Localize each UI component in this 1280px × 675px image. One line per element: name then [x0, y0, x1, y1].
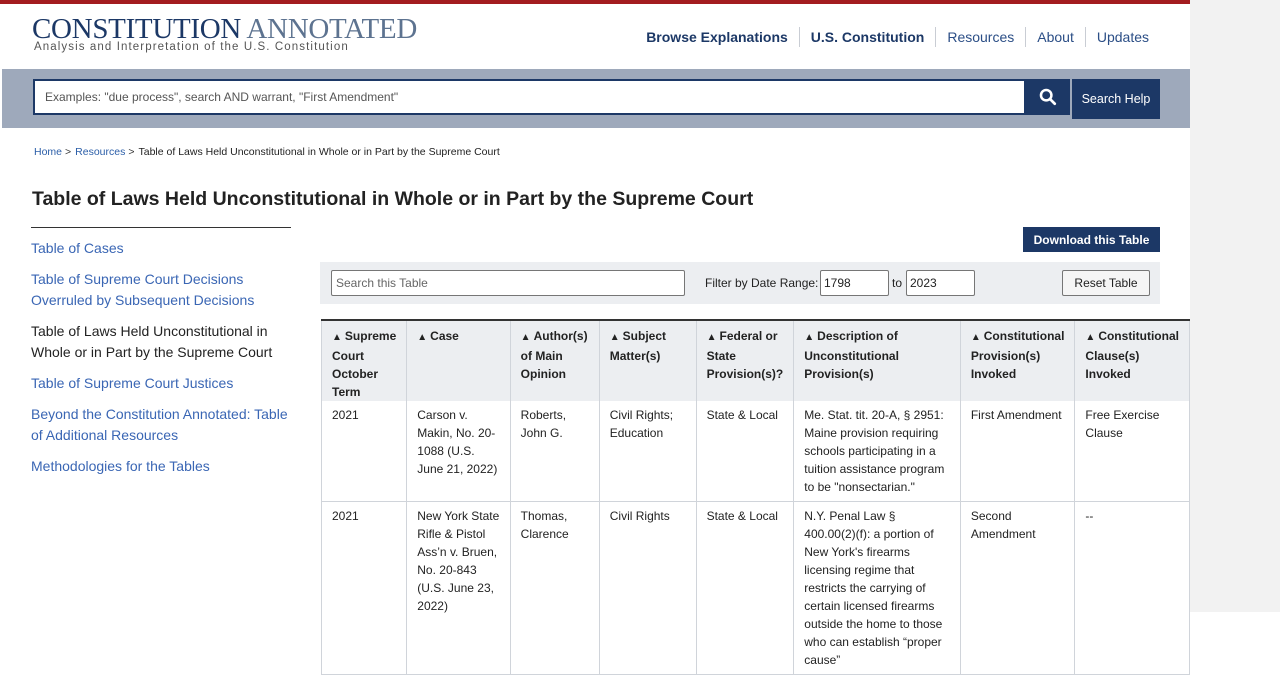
cell-term: 2021: [320, 501, 408, 675]
search-button[interactable]: [1026, 79, 1070, 115]
nav-us-constitution[interactable]: U.S. Constitution: [798, 27, 936, 47]
column-header-label: Case: [430, 329, 459, 343]
cell-description: N.Y. Penal Law § 400.00(2)(f): a portion…: [793, 501, 961, 675]
cell-description: Me. Stat. tit. 20-A, § 2951: Maine provi…: [793, 401, 961, 502]
case-name: New York State Rifle & Pistol Ass’n v. B…: [417, 509, 500, 559]
breadcrumb: Home > Resources > Table of Laws Held Uncons…: [34, 146, 500, 158]
page-gutter: [1190, 0, 1280, 612]
filter-date-label: Filter by Date Range:: [705, 276, 819, 290]
table-search-input[interactable]: [331, 270, 685, 296]
column-header-label: Constitutional Provision(s) Invoked: [970, 329, 1065, 381]
table-header-row: ▲︎ Supreme Court October Term ▲︎ Case ▲︎ Au…: [320, 319, 1190, 401]
column-header-clause[interactable]: ▲︎ Constitutional Clause(s) Invoked: [1074, 319, 1190, 401]
sidebar: Table of Cases Table of Supreme Court De…: [31, 227, 291, 487]
date-to-input[interactable]: [906, 270, 975, 296]
page: CONSTITUTION ANNOTATED Analysis and Inte…: [0, 0, 1190, 675]
site-logo[interactable]: CONSTITUTION ANNOTATED Analysis and Inte…: [32, 14, 417, 53]
column-header-label: Federal or State Provision(s)?: [706, 329, 784, 381]
sort-icon: ▲︎: [970, 332, 981, 343]
breadcrumb-home[interactable]: Home: [34, 146, 62, 158]
date-from-input[interactable]: [820, 270, 889, 296]
cell-provision: Second Amendment: [960, 501, 1076, 675]
case-docket: No. 20-843 (U.S. June 23, 2022): [417, 563, 494, 613]
logo-title: CONSTITUTION ANNOTATED: [32, 14, 417, 44]
site-search-input[interactable]: [35, 81, 1024, 113]
main-nav: Browse Explanations U.S. Constitution Re…: [635, 27, 1160, 47]
laws-table: ▲︎ Supreme Court October Term ▲︎ Case ▲︎ Au…: [320, 319, 1190, 675]
column-header-label: Description of Unconstitutional Provisio…: [804, 329, 899, 381]
breadcrumb-current: Table of Laws Held Unconstitutional in W…: [138, 146, 500, 158]
breadcrumb-separator: >: [65, 146, 72, 158]
table-filter-bar: Filter by Date Range: to Reset Table: [320, 262, 1160, 304]
sort-icon: ▲︎: [1085, 332, 1096, 343]
column-header-federal-state[interactable]: ▲︎ Federal or State Provision(s)?: [696, 319, 795, 401]
sort-icon: ▲︎: [417, 332, 428, 343]
cell-federal-state: State & Local: [696, 501, 795, 675]
nav-resources[interactable]: Resources: [935, 27, 1025, 47]
sort-icon: ▲︎: [706, 332, 717, 343]
sidebar-item-decisions-overruled[interactable]: Table of Supreme Court Decisions Overrul…: [31, 269, 291, 311]
column-header-author[interactable]: ▲︎ Author(s) of Main Opinion: [510, 319, 600, 401]
search-icon: [1039, 88, 1057, 106]
nav-updates[interactable]: Updates: [1084, 27, 1160, 47]
column-header-subject[interactable]: ▲︎ Subject Matter(s): [599, 319, 697, 401]
cell-author: Thomas, Clarence: [510, 501, 600, 675]
breadcrumb-resources[interactable]: Resources: [75, 146, 125, 158]
cell-term: 2021: [320, 401, 408, 502]
page-title: Table of Laws Held Unconstitutional in W…: [32, 188, 754, 210]
sidebar-item-additional-resources[interactable]: Beyond the Constitution Annotated: Table…: [31, 404, 291, 446]
date-to-label: to: [892, 276, 903, 290]
cell-case: Carson v. Makin, No. 20-1088 (U.S. June …: [406, 401, 511, 502]
breadcrumb-separator: >: [128, 146, 135, 158]
nav-browse-explanations[interactable]: Browse Explanations: [635, 27, 799, 47]
sort-icon: ▲︎: [609, 332, 620, 343]
sidebar-item-justices[interactable]: Table of Supreme Court Justices: [31, 373, 291, 394]
top-accent-bar: [0, 0, 1190, 4]
cell-author: Roberts, John G.: [510, 401, 600, 502]
column-header-case[interactable]: ▲︎ Case: [406, 319, 511, 401]
site-search-field: [33, 79, 1026, 115]
cell-federal-state: State & Local: [696, 401, 795, 502]
cell-clause: --: [1074, 501, 1190, 675]
cell-clause: Free Exercise Clause: [1074, 401, 1190, 502]
column-header-description[interactable]: ▲︎ Description of Unconstitutional Provis…: [793, 319, 961, 401]
table-row: 2021 Carson v. Makin, No. 20-1088 (U.S. …: [320, 401, 1190, 502]
sort-icon: ▲︎: [520, 332, 531, 343]
nav-about[interactable]: About: [1025, 27, 1085, 47]
column-header-label: Constitutional Clause(s) Invoked: [1085, 329, 1179, 381]
column-header-provision[interactable]: ▲︎ Constitutional Provision(s) Invoked: [960, 319, 1076, 401]
sort-icon: ▲︎: [804, 332, 815, 343]
cell-case: New York State Rifle & Pistol Ass’n v. B…: [406, 501, 511, 675]
search-help-button[interactable]: Search Help: [1072, 79, 1160, 119]
reset-table-button[interactable]: Reset Table: [1062, 270, 1150, 296]
table-row: 2021 New York State Rifle & Pistol Ass’n…: [320, 501, 1190, 675]
column-header-term[interactable]: ▲︎ Supreme Court October Term: [320, 319, 408, 401]
download-table-button[interactable]: Download this Table: [1023, 227, 1160, 252]
cell-subject: Civil Rights: [599, 501, 697, 675]
search-band: Search Help: [2, 69, 1190, 128]
sidebar-item-table-of-cases[interactable]: Table of Cases: [31, 238, 291, 259]
cell-subject: Civil Rights; Education: [599, 401, 697, 502]
sidebar-item-laws-held-unconstitutional: Table of Laws Held Unconstitutional in W…: [31, 323, 273, 360]
cell-provision: First Amendment: [960, 401, 1076, 502]
sidebar-item-methodologies[interactable]: Methodologies for the Tables: [31, 456, 291, 477]
sort-icon: ▲︎: [332, 332, 342, 343]
